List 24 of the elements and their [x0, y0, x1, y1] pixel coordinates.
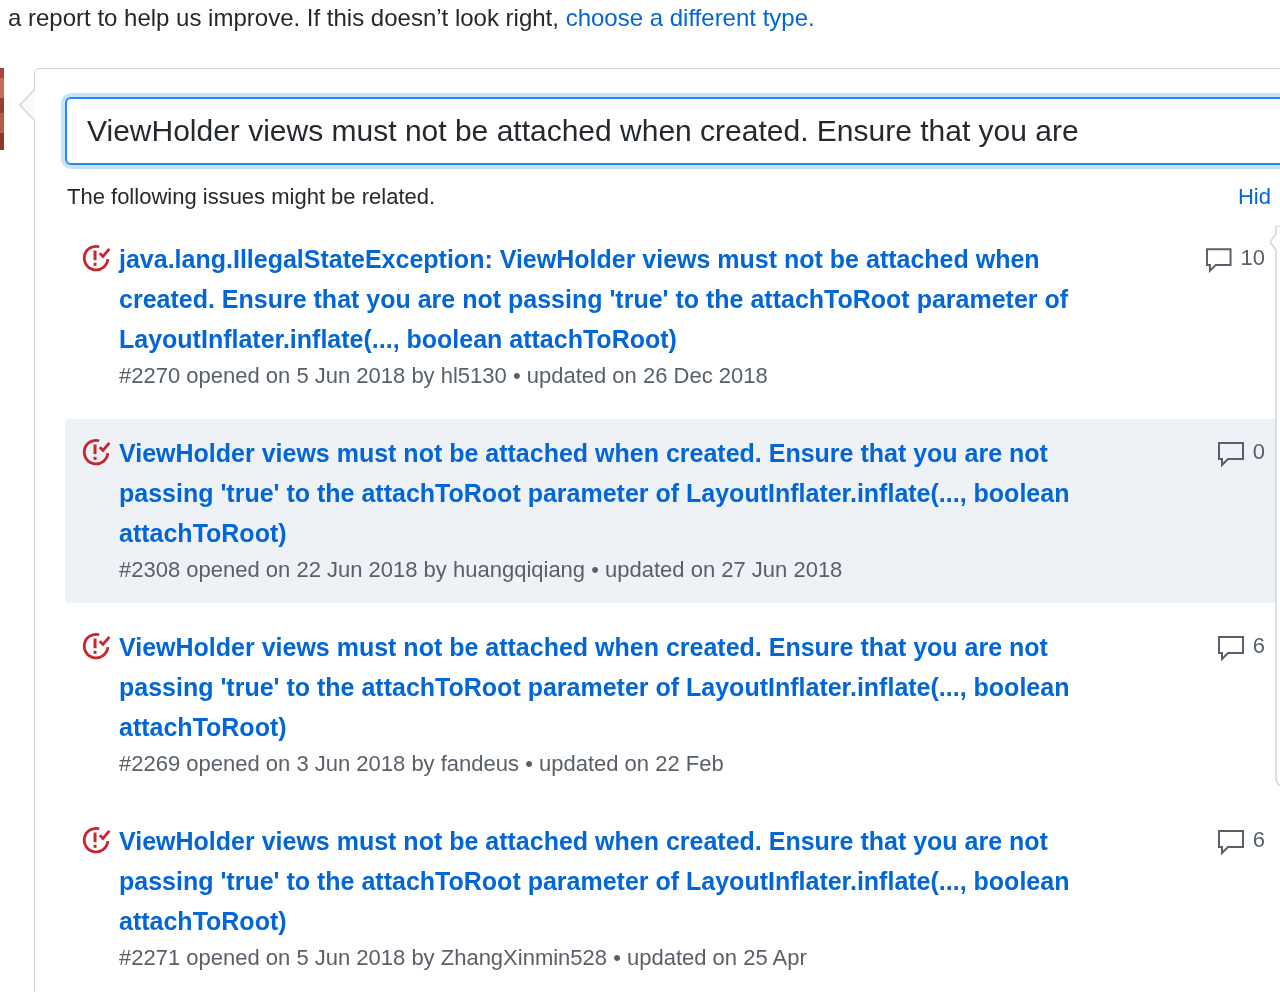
comment-count: 6 — [1252, 827, 1265, 853]
issue-title-link[interactable]: java.lang.IllegalStateException: ViewHolder views must not be attached when created. Ensure that you are not passing 'true' to the attachToRoot parameter of LayoutInflater.inflate(..., boolean attachToRoot) — [119, 239, 1139, 359]
hide-link[interactable]: Hid — [1238, 183, 1271, 211]
issue-meta: #2270 opened on 5 Jun 2018 by hl5130 • updated on 26 Dec 2018 — [119, 362, 769, 390]
issue-icon — [81, 243, 111, 273]
comment-icon — [1216, 441, 1245, 467]
comment-count: 0 — [1252, 439, 1265, 465]
issue-meta: #2308 opened on 22 Jun 2018 by huangqiqiang • updated on 27 Jun 2018 — [119, 556, 844, 584]
issue-meta: #2269 opened on 3 Jun 2018 by fandeus • updated on 22 Feb — [119, 750, 725, 778]
comment-count: 6 — [1252, 633, 1265, 659]
issue-title-link[interactable]: ViewHolder views must not be attached when created. Ensure that you are not passing 'true' to the attachToRoot parameter of LayoutInflater.inflate(..., boolean attachToRoot) — [119, 627, 1139, 747]
issue-title-link[interactable]: ViewHolder views must not be attached when created. Ensure that you are not passing 'true' to the attachToRoot parameter of LayoutInflater.inflate(..., boolean attachToRoot) — [119, 821, 1139, 941]
related-note: The following issues might be related. — [67, 183, 436, 211]
issue-icon — [81, 631, 111, 661]
comment-count: 10 — [1240, 245, 1265, 271]
issue-icon — [81, 437, 111, 467]
comment-icon — [1216, 829, 1245, 855]
issue-icon — [81, 825, 111, 855]
choose-type-link[interactable]: choose a different type. — [565, 4, 815, 31]
intro-text: a report to help us improve. If this doesn’t look right, choose a different type. — [7, 3, 816, 33]
issue-meta: #2271 opened on 5 Jun 2018 by ZhangXinmin528 • updated on 25 Apr — [119, 944, 808, 972]
issue-title-link[interactable]: ViewHolder views must not be attached when created. Ensure that you are not passing 'true' to the attachToRoot parameter of LayoutInflater.inflate(..., boolean attachToRoot) — [119, 433, 1139, 553]
comment-icon — [1216, 635, 1245, 661]
comment-icon — [1205, 247, 1233, 273]
